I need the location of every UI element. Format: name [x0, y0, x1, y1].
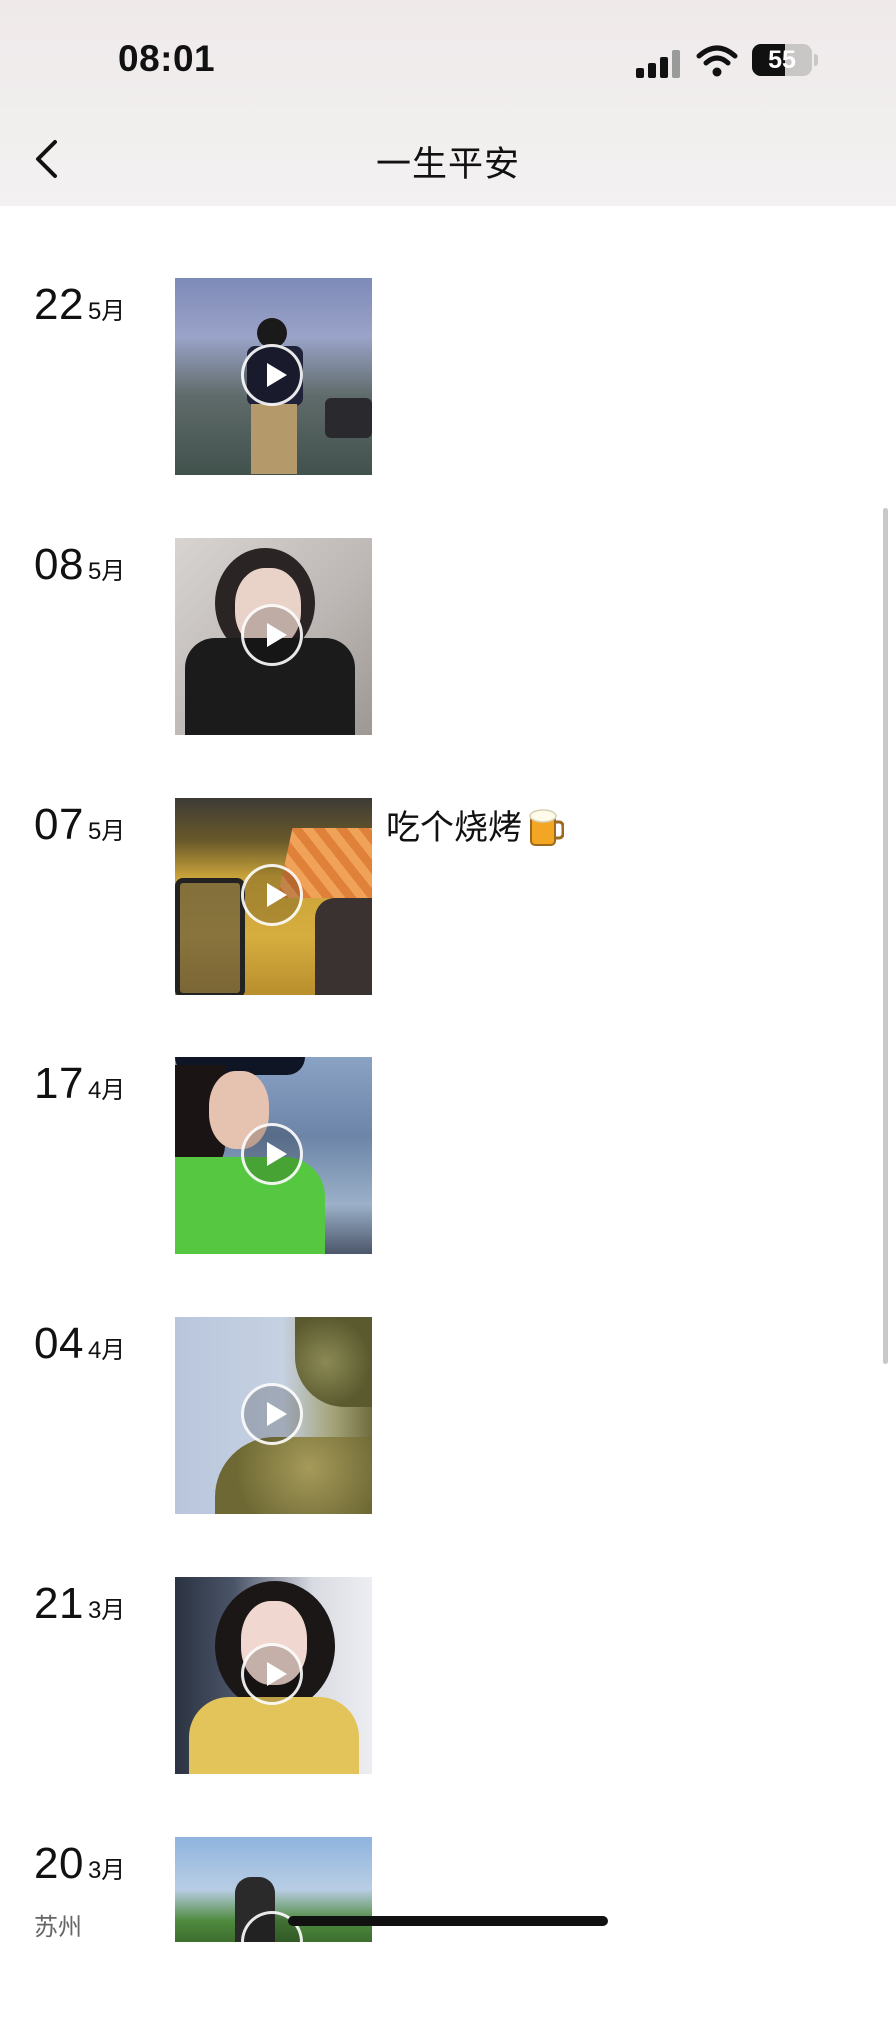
entry-day: 17: [34, 1059, 84, 1108]
entry-date: 04 4月: [34, 1319, 125, 1369]
status-time: 08:01: [118, 38, 216, 79]
play-icon: [241, 344, 303, 406]
entry-date: 20 3月: [34, 1839, 125, 1889]
battery-level: 55: [768, 46, 796, 74]
scrollbar[interactable]: [883, 508, 888, 1364]
entry-date: 07 5月: [34, 800, 125, 850]
entry-date: 17 4月: [34, 1059, 125, 1109]
play-icon: [241, 864, 303, 926]
entry-day: 04: [34, 1319, 84, 1368]
entry-month: 4月: [87, 1337, 126, 1364]
top-bar: 08:01 55 一生平安: [0, 0, 896, 206]
entry-date: 21 3月: [34, 1579, 125, 1629]
play-icon: [241, 1643, 303, 1705]
entry-month: 4月: [87, 1077, 126, 1104]
video-thumbnail[interactable]: [175, 798, 372, 995]
timeline-entry: 04 4月: [0, 1317, 896, 1517]
entry-month: 5月: [87, 818, 126, 845]
timeline-entry: 21 3月: [0, 1577, 896, 1777]
battery-icon: 55: [752, 44, 812, 76]
beer-mug-icon: [529, 809, 564, 846]
timeline-entry: 22 5月: [0, 278, 896, 478]
home-indicator[interactable]: [288, 1916, 608, 1926]
timeline-entry: 08 5月: [0, 538, 896, 738]
video-thumbnail[interactable]: [175, 278, 372, 475]
cellular-signal-icon: [636, 50, 682, 78]
entry-month: 3月: [87, 1857, 126, 1884]
video-thumbnail[interactable]: [175, 1317, 372, 1514]
entry-day: 21: [34, 1579, 84, 1628]
entry-day: 22: [34, 280, 84, 329]
play-icon: [241, 1383, 303, 1445]
video-thumbnail[interactable]: [175, 1577, 372, 1774]
play-icon: [241, 604, 303, 666]
entry-month: 3月: [87, 1597, 126, 1624]
entry-date: 08 5月: [34, 540, 125, 590]
entry-day: 20: [34, 1839, 84, 1888]
entry-day: 08: [34, 540, 84, 589]
video-thumbnail[interactable]: [175, 1057, 372, 1254]
wifi-icon: [696, 45, 738, 77]
play-icon: [241, 1123, 303, 1185]
post-caption: 吃个烧烤: [386, 800, 564, 849]
video-thumbnail[interactable]: [175, 538, 372, 735]
timeline-entry: 17 4月: [0, 1057, 896, 1257]
video-thumbnail[interactable]: [175, 1837, 372, 1942]
page-title: 一生平安: [375, 145, 520, 184]
entry-day: 07: [34, 800, 84, 849]
entry-date: 22 5月: [34, 280, 125, 330]
entry-month: 5月: [87, 558, 126, 585]
entry-location: 苏州: [34, 1914, 82, 1941]
entry-month: 5月: [87, 298, 126, 325]
timeline-entry: 07 5月 吃个烧烤: [0, 798, 896, 998]
caption-text: 吃个烧烤: [386, 809, 522, 847]
timeline-entry: 20 3月 苏州: [0, 1837, 896, 2037]
